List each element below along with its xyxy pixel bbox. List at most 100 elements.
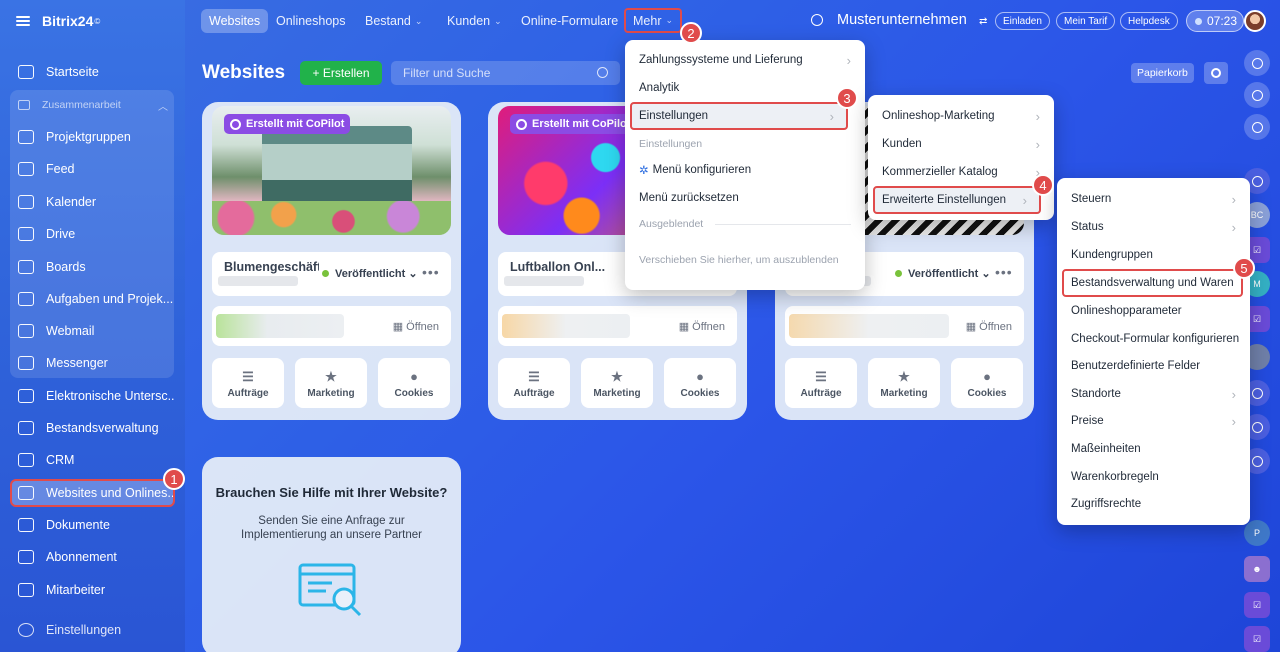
menu-item-katalog[interactable]: Kommerzieller Katalog › (868, 158, 1054, 186)
site-url-box: ▦ Öffnen (785, 306, 1024, 346)
chat-icon (18, 356, 34, 370)
help-text: Senden Sie eine Anfrage zur Implementier… (241, 515, 422, 541)
chevron-right-icon: › (1035, 136, 1040, 152)
orders-button[interactable]: ☰ Aufträge (785, 358, 857, 408)
marketing-button[interactable]: ★ Marketing (581, 358, 653, 408)
settings-button[interactable] (1204, 62, 1228, 84)
orders-button[interactable]: ☰ Aufträge (498, 358, 570, 408)
sidebar-item-messenger[interactable]: Messenger (12, 349, 174, 377)
invite-button[interactable]: Einladen (995, 12, 1050, 30)
qr-icon: ▦ (678, 321, 690, 333)
tab-online-formulare[interactable]: Online-Formulare (521, 9, 618, 33)
menu-item-steuern[interactable]: Steuern › (1057, 185, 1250, 213)
menu-item-bestandsverwaltung-waren[interactable]: Bestandsverwaltung und Waren (1062, 269, 1243, 297)
sidebar-item-abonnement[interactable]: Abonnement (12, 543, 174, 571)
status-badge[interactable]: Veröffentlicht ⌄ (895, 267, 991, 280)
menu-item-checkout-formular[interactable]: Checkout-Formular konfigurieren (1057, 325, 1250, 353)
signature-icon (18, 389, 34, 403)
site-name[interactable]: Blumengeschäft (224, 260, 319, 274)
search-icon (597, 67, 608, 78)
star-icon: ★ (611, 369, 623, 384)
work-time-clock[interactable]: 07:23 (1186, 10, 1244, 32)
sidebar-item-kalender[interactable]: Kalender (12, 188, 174, 216)
sidebar-item-einstellungen[interactable]: Einstellungen (12, 616, 174, 644)
menu-item-warenkorbregeln[interactable]: Warenkorbregeln (1057, 463, 1250, 491)
bell-icon[interactable] (1244, 50, 1270, 76)
tab-onlineshops[interactable]: Onlineshops (276, 9, 346, 33)
site-preview-image[interactable]: Erstellt mit CoPilot (212, 106, 451, 235)
sidebar-item-crm[interactable]: CRM (12, 446, 174, 474)
menu-item-zugriffsrechte[interactable]: Zugriffsrechte (1057, 490, 1250, 518)
more-icon[interactable]: ••• (422, 264, 440, 280)
sidebar-item-websites[interactable]: Websites und Onlines... (10, 479, 175, 507)
gear-icon (1211, 68, 1221, 78)
menu-item-benutzerdefinierte-felder[interactable]: Benutzerdefinierte Felder (1057, 352, 1250, 380)
more-icon[interactable]: ••• (995, 264, 1013, 280)
cookies-button[interactable]: ● Cookies (378, 358, 450, 408)
menu-item-masseinheiten[interactable]: Maßeinheiten (1057, 435, 1250, 463)
sidebar-item-mitarbeiter[interactable]: Mitarbeiter (12, 576, 174, 604)
sidebar-item-projektgruppen[interactable]: Projektgruppen (12, 123, 174, 151)
step-badge-4: 4 (1032, 174, 1054, 196)
chat-group-icon[interactable]: ☻ (1244, 556, 1270, 582)
search-icon[interactable] (811, 14, 823, 26)
mail-icon (18, 324, 34, 338)
sidebar-group-header[interactable]: Zusammenarbeit ︿ (18, 96, 168, 114)
menu-item-onlineshopparameter[interactable]: Onlineshopparameter (1057, 297, 1250, 325)
collaboration-icon (18, 100, 30, 110)
sidebar-item-feed[interactable]: Feed (12, 155, 174, 183)
sidebar-item-signatur[interactable]: Elektronische Untersc... (12, 382, 174, 410)
menu-item-status[interactable]: Status › (1057, 213, 1250, 241)
marketing-button[interactable]: ★ Marketing (295, 358, 367, 408)
menu-item-konfigurieren[interactable]: ✲ Menü konfigurieren (625, 156, 865, 184)
menu-item-kunden[interactable]: Kunden › (868, 130, 1054, 158)
menu-item-einstellungen[interactable]: Einstellungen › (630, 102, 848, 130)
menu-icon[interactable] (16, 14, 30, 28)
helpdesk-button[interactable]: Helpdesk (1120, 12, 1178, 30)
orders-button[interactable]: ☰ Aufträge (212, 358, 284, 408)
app-logo[interactable]: Bitrix24 © (16, 12, 100, 30)
sidebar-item-drive[interactable]: Drive (12, 220, 174, 248)
sidebar-item-dokumente[interactable]: Dokumente (12, 511, 174, 539)
chat-avatar[interactable]: P (1244, 520, 1270, 546)
tab-bestand[interactable]: Bestand ⌄ (365, 9, 422, 33)
search-chat-icon[interactable] (1244, 114, 1270, 140)
tariff-button[interactable]: Mein Tarif (1056, 12, 1116, 30)
trash-button[interactable]: Papierkorb (1131, 63, 1194, 83)
sidebar-item-startseite[interactable]: Startseite (12, 58, 174, 86)
copilot-icon[interactable] (1244, 82, 1270, 108)
menu-item-kundengruppen[interactable]: Kundengruppen (1057, 241, 1250, 269)
open-button[interactable]: ▦ Öffnen (393, 320, 439, 333)
search-input[interactable]: Filter und Suche (391, 61, 620, 85)
chat-tasks-icon[interactable]: ☑ (1244, 626, 1270, 652)
chat-tasks-icon[interactable]: ☑ (1244, 592, 1270, 618)
status-badge[interactable]: Veröffentlicht ⌄ (322, 267, 418, 280)
menu-item-zuruecksetzen[interactable]: Menü zurücksetzen (625, 184, 865, 212)
create-button[interactable]: + Erstellen (300, 61, 382, 85)
menu-item-erweiterte-einstellungen[interactable]: Erweiterte Einstellungen › (873, 186, 1041, 214)
user-avatar[interactable] (1244, 10, 1266, 32)
menu-item-standorte[interactable]: Standorte › (1057, 380, 1250, 408)
tab-mehr[interactable]: Mehr ⌄ (624, 8, 683, 33)
help-title: Brauchen Sie Hilfe mit Ihrer Website? (215, 485, 448, 500)
company-name[interactable]: Musterunternehmen (837, 12, 967, 28)
menu-item-preise[interactable]: Preise › (1057, 407, 1250, 435)
site-name[interactable]: Luftballon Onl... (510, 260, 605, 274)
sidebar-item-aufgaben[interactable]: Aufgaben und Projek... (12, 285, 174, 313)
menu-item-onlineshop-marketing[interactable]: Onlineshop-Marketing › (868, 102, 1054, 130)
menu-hint-hide: Verschieben Sie hierher, um auszublenden (639, 254, 839, 266)
tab-kunden[interactable]: Kunden ⌄ (447, 9, 502, 33)
cookies-button[interactable]: ● Cookies (664, 358, 736, 408)
cookies-button[interactable]: ● Cookies (951, 358, 1023, 408)
sidebar-item-webmail[interactable]: Webmail (12, 317, 174, 345)
menu-item-zahlungssysteme[interactable]: Zahlungssysteme und Lieferung › (625, 46, 865, 74)
open-button[interactable]: ▦ Öffnen (966, 320, 1012, 333)
marketing-button[interactable]: ★ Marketing (868, 358, 940, 408)
sidebar-item-bestandsverwaltung[interactable]: Bestandsverwaltung (12, 414, 174, 442)
sidebar-item-boards[interactable]: Boards (12, 253, 174, 281)
published-dot (895, 270, 902, 277)
open-button[interactable]: ▦ Öffnen (679, 320, 725, 333)
help-card[interactable]: Brauchen Sie Hilfe mit Ihrer Website? Se… (202, 457, 461, 652)
menu-item-analytik[interactable]: Analytik (625, 74, 865, 102)
tab-websites[interactable]: Websites (201, 9, 269, 33)
